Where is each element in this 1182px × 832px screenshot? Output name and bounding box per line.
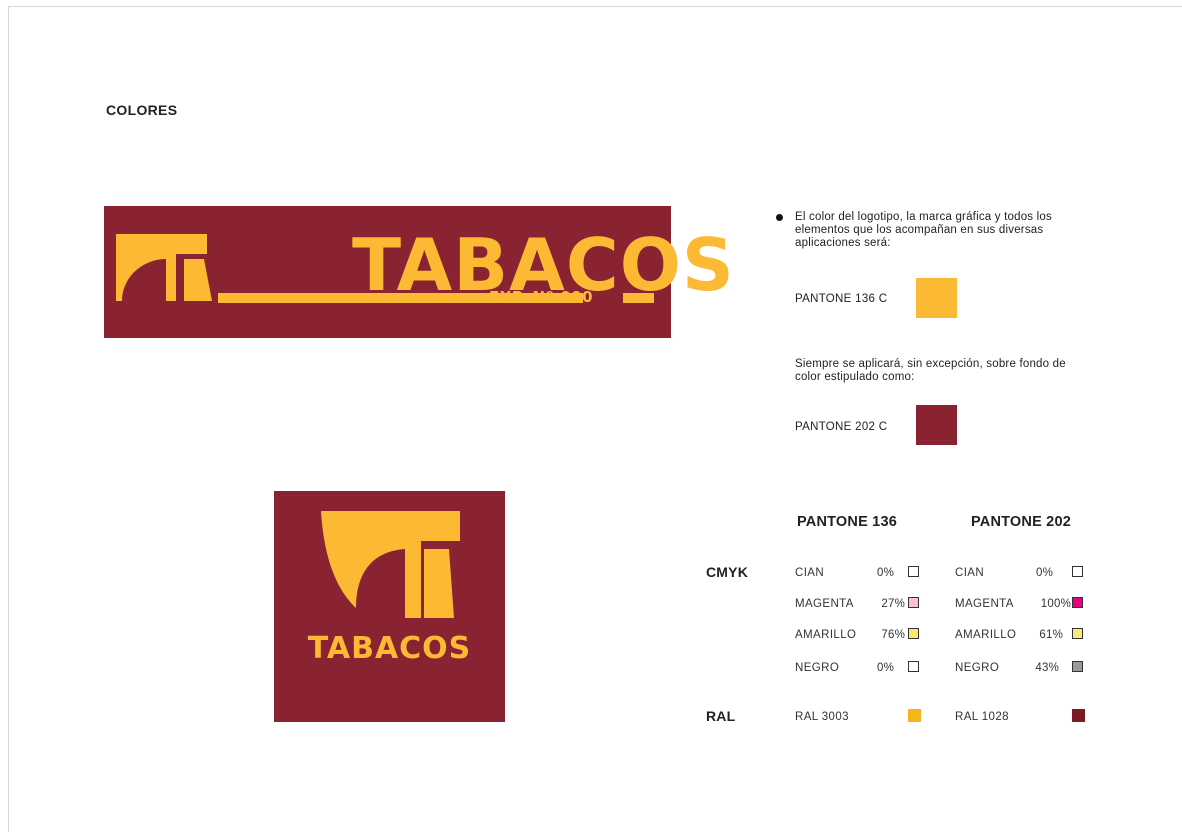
p136-cmyk-swatch xyxy=(908,566,919,577)
p136-cmyk-name: CIAN xyxy=(795,567,825,579)
t-mark-large-icon xyxy=(321,511,460,618)
section-title: COLORES xyxy=(106,102,178,118)
background-text: Siempre se aplicará, sin excepción, sobr… xyxy=(795,358,1066,383)
logo-square: TABACOS xyxy=(274,491,505,722)
p202-cmyk-swatch xyxy=(1072,628,1083,639)
p136-cmyk-pct: 0% xyxy=(876,567,894,579)
intro-text: El color del logotipo, la marca gráfica … xyxy=(795,211,1052,249)
p202-cmyk-pct: 100% xyxy=(1040,598,1071,610)
p202-cmyk-swatch xyxy=(1072,661,1083,672)
p202-cmyk-swatch xyxy=(1072,597,1083,608)
p202-cmyk-name: NEGRO xyxy=(955,662,1000,674)
pantone-136-swatch xyxy=(916,278,957,318)
p202-cmyk-pct: 0% xyxy=(1035,567,1053,579)
ral-202-name: RAL 1028 xyxy=(955,711,1009,723)
logo-underline-right xyxy=(623,293,654,303)
ral-136-name: RAL 3003 xyxy=(795,711,849,723)
logo-horizontal: TABACOS EXP. Nº 000 xyxy=(104,206,734,338)
p136-cmyk-pct: 27% xyxy=(881,598,905,610)
row-header-ral: RAL xyxy=(706,708,736,724)
p202-cmyk-name: CIAN xyxy=(955,567,985,579)
pantone-202-swatch xyxy=(916,405,957,445)
logo-square-wordmark: TABACOS xyxy=(307,631,472,666)
p136-cmyk-pct: 0% xyxy=(876,662,894,674)
p136-cmyk-swatch xyxy=(908,628,919,639)
row-header-cmyk: CMYK xyxy=(706,564,749,580)
ral-136-swatch xyxy=(908,709,921,722)
logo-exp-number: EXP. Nº 000 xyxy=(489,288,594,306)
bullet-icon xyxy=(776,214,783,221)
pantone-202-label: PANTONE 202 C xyxy=(795,421,888,433)
p202-cmyk-pct: 61% xyxy=(1039,629,1063,641)
p136-cmyk-name: MAGENTA xyxy=(795,598,854,610)
t-mark-stem xyxy=(184,259,212,301)
p136-cmyk-swatch xyxy=(908,661,919,672)
p202-cmyk-pct: 43% xyxy=(1035,662,1059,674)
pantone-136-label: PANTONE 136 C xyxy=(795,293,888,305)
page-frame xyxy=(8,6,1182,832)
col-header-pantone-202: PANTONE 202 xyxy=(971,514,1071,530)
col-header-pantone-136: PANTONE 136 xyxy=(797,514,897,530)
p136-cmyk-swatch xyxy=(908,597,919,608)
ral-202-swatch xyxy=(1072,709,1085,722)
p202-cmyk-name: MAGENTA xyxy=(955,598,1014,610)
p202-cmyk-swatch xyxy=(1072,566,1083,577)
p136-cmyk-name: NEGRO xyxy=(795,662,840,674)
t-mark-icon xyxy=(116,234,212,301)
p136-cmyk-pct: 76% xyxy=(881,629,905,641)
t-mark-large-stem xyxy=(424,549,454,618)
p136-cmyk-name: AMARILLO xyxy=(795,629,857,641)
p202-cmyk-name: AMARILLO xyxy=(955,629,1017,641)
